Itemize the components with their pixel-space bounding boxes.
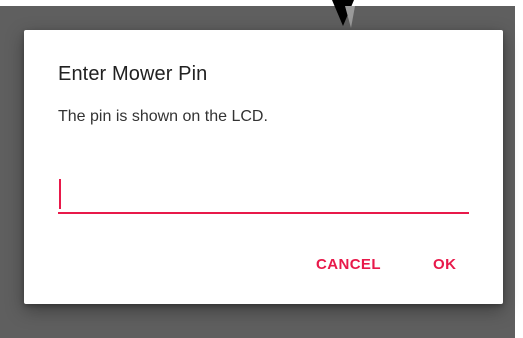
pointer-marker-shadow [345, 6, 355, 28]
text-cursor [59, 179, 61, 209]
ok-button[interactable]: OK [433, 256, 456, 273]
dialog-title: Enter Mower Pin [58, 63, 208, 85]
pin-dialog: Enter Mower Pin The pin is shown on the … [24, 30, 503, 304]
cancel-button[interactable]: CANCEL [316, 256, 381, 273]
dialog-message: The pin is shown on the LCD. [58, 108, 268, 125]
pin-input[interactable] [58, 172, 469, 214]
